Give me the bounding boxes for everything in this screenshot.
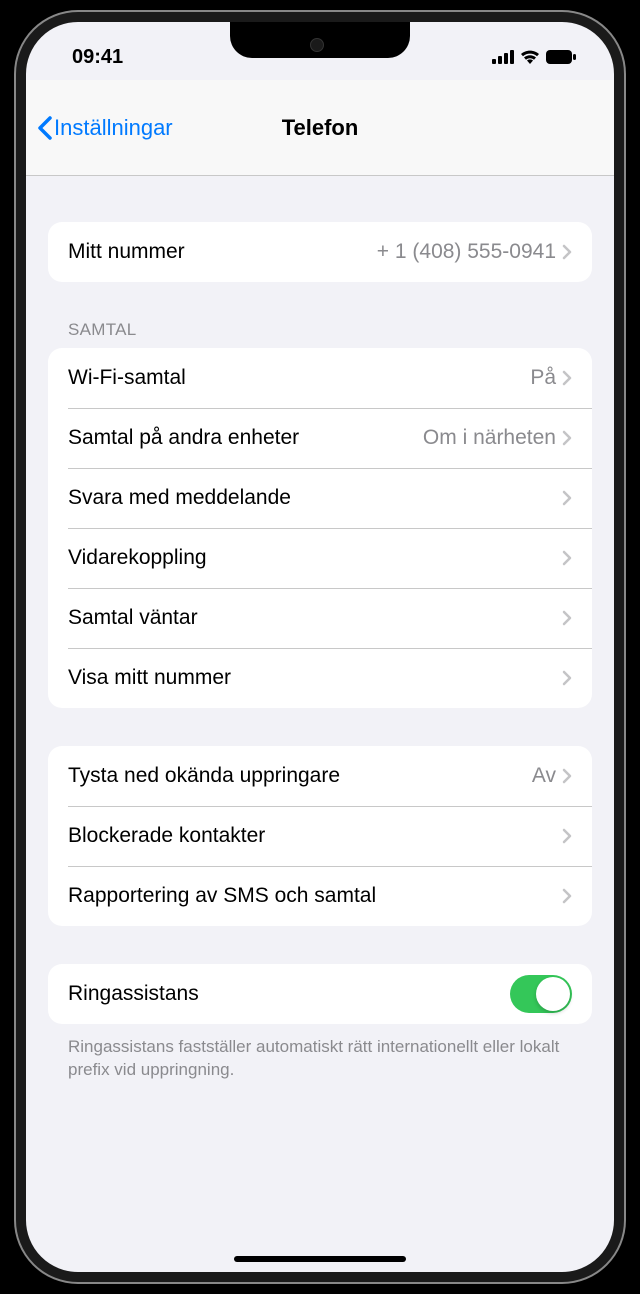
status-time: 09:41 — [54, 46, 123, 69]
toggle-knob — [536, 977, 570, 1011]
row-value: + 1 (408) 555-0941 — [377, 240, 556, 264]
section-header-calls: Samtal — [48, 320, 592, 348]
chevron-right-icon — [562, 610, 572, 626]
row-call-forwarding[interactable]: Vidarekoppling — [48, 528, 592, 588]
row-label: Blockerade kontakter — [68, 824, 562, 848]
chevron-left-icon — [36, 116, 52, 140]
section-dial-assist: Ringassistans — [48, 964, 592, 1024]
section-calls: Wi-Fi-samtal På Samtal på andra enheter … — [48, 348, 592, 708]
cellular-icon — [492, 50, 514, 64]
row-label: Svara med meddelande — [68, 486, 562, 510]
row-label: Vidarekoppling — [68, 546, 562, 570]
row-label: Rapportering av SMS och samtal — [68, 884, 562, 908]
chevron-right-icon — [562, 490, 572, 506]
back-button[interactable]: Inställningar — [36, 115, 173, 141]
chevron-right-icon — [562, 888, 572, 904]
row-value: Av — [532, 764, 556, 788]
chevron-right-icon — [562, 370, 572, 386]
row-label: Wi-Fi-samtal — [68, 366, 530, 390]
row-wifi-calling[interactable]: Wi-Fi-samtal På — [48, 348, 592, 408]
chevron-right-icon — [562, 828, 572, 844]
wifi-icon — [520, 50, 540, 64]
row-label: Tysta ned okända uppringare — [68, 764, 532, 788]
row-value: Om i närheten — [423, 426, 556, 450]
settings-content[interactable]: Mitt nummer + 1 (408) 555-0941 Samtal Wi… — [26, 176, 614, 1272]
row-label: Ringassistans — [68, 982, 510, 1006]
chevron-right-icon — [562, 550, 572, 566]
row-blocked-contacts[interactable]: Blockerade kontakter — [48, 806, 592, 866]
chevron-right-icon — [562, 670, 572, 686]
chevron-right-icon — [562, 430, 572, 446]
camera-dot — [310, 38, 324, 52]
section-my-number: Mitt nummer + 1 (408) 555-0941 — [48, 222, 592, 282]
row-dial-assist: Ringassistans — [48, 964, 592, 1024]
row-label: Visa mitt nummer — [68, 666, 562, 690]
row-calls-other-devices[interactable]: Samtal på andra enheter Om i närheten — [48, 408, 592, 468]
section-silence-blocked: Tysta ned okända uppringare Av Blockerad… — [48, 746, 592, 926]
nav-bar: Inställningar Telefon — [26, 80, 614, 176]
row-silence-unknown[interactable]: Tysta ned okända uppringare Av — [48, 746, 592, 806]
home-indicator[interactable] — [234, 1256, 406, 1262]
chevron-right-icon — [562, 244, 572, 260]
row-label: Mitt nummer — [68, 240, 377, 264]
phone-frame: 09:41 Inställningar — [16, 12, 624, 1282]
chevron-right-icon — [562, 768, 572, 784]
row-label: Samtal väntar — [68, 606, 562, 630]
row-value: På — [530, 366, 556, 390]
dial-assist-footer: Ringassistans fastställer automatiskt rä… — [48, 1028, 592, 1082]
row-call-waiting[interactable]: Samtal väntar — [48, 588, 592, 648]
row-sms-call-reporting[interactable]: Rapportering av SMS och samtal — [48, 866, 592, 926]
row-label: Samtal på andra enheter — [68, 426, 423, 450]
row-show-my-caller-id[interactable]: Visa mitt nummer — [48, 648, 592, 708]
back-label: Inställningar — [54, 115, 173, 141]
row-respond-with-text[interactable]: Svara med meddelande — [48, 468, 592, 528]
row-my-number[interactable]: Mitt nummer + 1 (408) 555-0941 — [48, 222, 592, 282]
notch — [230, 22, 410, 58]
dial-assist-toggle[interactable] — [510, 975, 572, 1013]
status-icons — [492, 50, 586, 64]
battery-icon — [546, 50, 576, 64]
